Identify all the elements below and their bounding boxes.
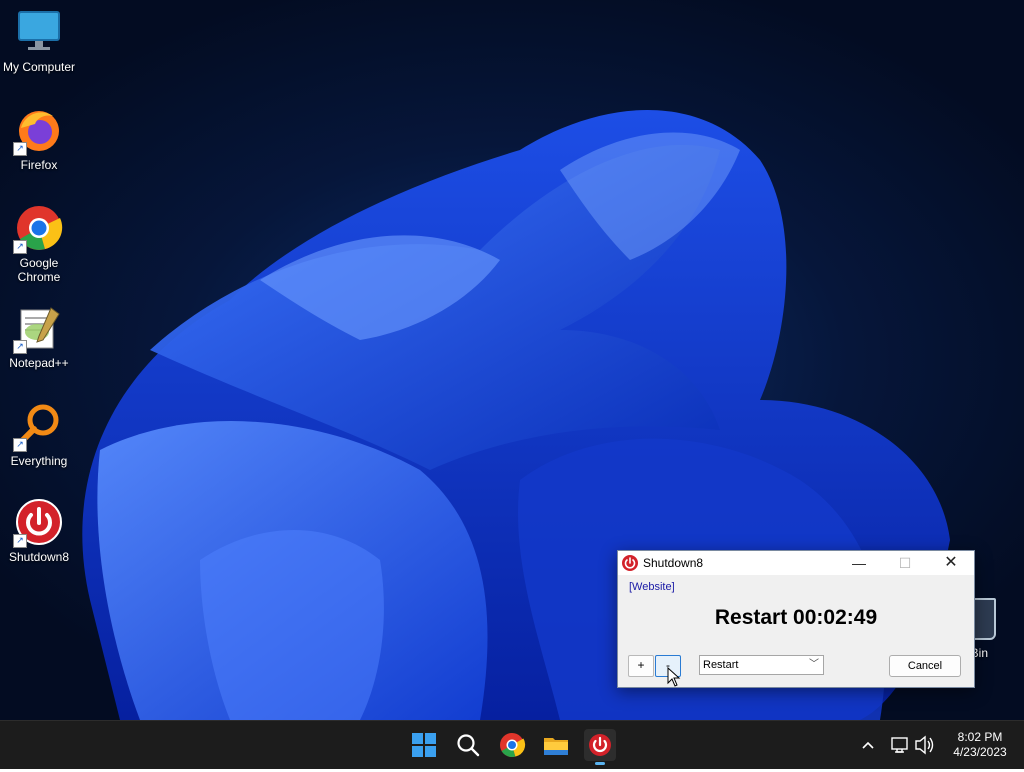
desktop-icon-label: Firefox [20, 158, 58, 172]
desktop-icon-label: Shutdown8 [8, 550, 70, 564]
maximize-button[interactable]: ☐ [882, 551, 928, 575]
volume-icon[interactable] [914, 721, 936, 769]
taskbar-clock[interactable]: 8:02 PM 4/23/2023 [940, 730, 1020, 760]
monitor-icon [15, 8, 63, 56]
desktop-icon-label: Everything [10, 454, 68, 468]
firefox-icon: ↗ [13, 106, 63, 156]
desktop-icon-my-computer[interactable]: My Computer [0, 8, 78, 74]
countdown-status: Restart 00:02:49 [714, 606, 878, 629]
desktop-icon-shutdown8[interactable]: ↗ Shutdown8 [0, 498, 78, 564]
chrome-icon[interactable] [496, 729, 528, 761]
window-title: Shutdown8 [643, 556, 704, 570]
website-link[interactable]: [Website] [629, 581, 675, 593]
desktop-icon-firefox[interactable]: ↗ Firefox [0, 106, 78, 172]
increase-time-button[interactable]: + [628, 655, 654, 677]
shutdown8-taskbar-icon[interactable] [584, 729, 616, 765]
cancel-button[interactable]: Cancel [889, 655, 961, 677]
notepadpp-icon: ↗ [13, 304, 63, 354]
start-icon[interactable] [408, 729, 440, 761]
desktop-icon-label: Notepad++ [9, 356, 69, 370]
shortcut-arrow-icon: ↗ [13, 534, 27, 548]
chevron-down-icon: ﹀ [809, 659, 819, 670]
network-icon[interactable] [890, 721, 910, 769]
search-icon[interactable] [452, 729, 484, 761]
shortcut-arrow-icon: ↗ [13, 438, 27, 452]
window-titlebar[interactable]: Shutdown8 — ☐ ✕ [618, 551, 974, 575]
shortcut-arrow-icon: ↗ [13, 142, 27, 156]
desktop-icon-google-chrome[interactable]: ↗ Google Chrome [0, 204, 78, 284]
chrome-icon: ↗ [13, 204, 63, 254]
everything-icon: ↗ [13, 402, 63, 452]
shortcut-arrow-icon: ↗ [13, 340, 27, 354]
close-button[interactable]: ✕ [928, 551, 974, 575]
clock-date: 4/23/2023 [953, 745, 1007, 759]
desktop-icon-label: My Computer [2, 60, 76, 74]
clock-time: 8:02 PM [957, 730, 1003, 744]
desktop-icon-label: Google Chrome [17, 256, 61, 284]
show-hidden-icons-chevron[interactable] [860, 721, 876, 769]
action-select[interactable]: Restart ﹀ [699, 655, 824, 675]
desktop-icon-everything[interactable]: ↗ Everything [0, 402, 78, 468]
mouse-pointer-icon [667, 667, 681, 687]
taskbar: 8:02 PM 4/23/2023 [0, 720, 1024, 769]
shortcut-arrow-icon: ↗ [13, 240, 27, 254]
action-select-value: Restart [703, 659, 739, 671]
active-indicator [595, 762, 605, 765]
shutdown8-app-icon [622, 555, 638, 571]
shutdown8-icon: ↗ [13, 498, 63, 548]
desktop-icon-notepadpp[interactable]: ↗ Notepad++ [0, 304, 78, 370]
minimize-button[interactable]: — [836, 551, 882, 575]
file-explorer-icon[interactable] [540, 729, 572, 761]
